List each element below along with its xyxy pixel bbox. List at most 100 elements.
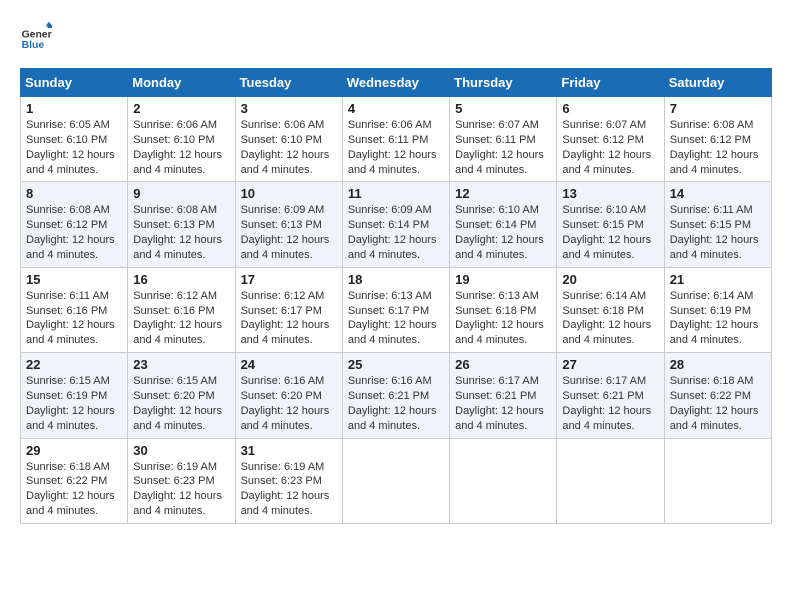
day-info: Sunrise: 6:08 AMSunset: 6:12 PMDaylight:… bbox=[26, 203, 122, 262]
day-info: Sunrise: 6:07 AMSunset: 6:11 PMDaylight:… bbox=[455, 118, 551, 177]
calendar-cell: 1 Sunrise: 6:05 AMSunset: 6:10 PMDayligh… bbox=[21, 97, 128, 182]
day-info: Sunrise: 6:17 AMSunset: 6:21 PMDaylight:… bbox=[562, 374, 658, 433]
calendar-cell: 10 Sunrise: 6:09 AMSunset: 6:13 PMDaylig… bbox=[235, 182, 342, 267]
day-info: Sunrise: 6:05 AMSunset: 6:10 PMDaylight:… bbox=[26, 118, 122, 177]
day-number: 12 bbox=[455, 186, 551, 201]
calendar-cell: 23 Sunrise: 6:15 AMSunset: 6:20 PMDaylig… bbox=[128, 353, 235, 438]
day-number: 16 bbox=[133, 272, 229, 287]
day-info: Sunrise: 6:07 AMSunset: 6:12 PMDaylight:… bbox=[562, 118, 658, 177]
calendar-cell bbox=[664, 438, 771, 523]
svg-text:Blue: Blue bbox=[22, 40, 45, 51]
calendar-cell: 27 Sunrise: 6:17 AMSunset: 6:21 PMDaylig… bbox=[557, 353, 664, 438]
day-info: Sunrise: 6:11 AMSunset: 6:16 PMDaylight:… bbox=[26, 289, 122, 348]
day-number: 11 bbox=[348, 186, 444, 201]
calendar-cell: 14 Sunrise: 6:11 AMSunset: 6:15 PMDaylig… bbox=[664, 182, 771, 267]
logo-icon: General Blue bbox=[20, 20, 52, 52]
day-number: 25 bbox=[348, 357, 444, 372]
day-number: 28 bbox=[670, 357, 766, 372]
day-info: Sunrise: 6:06 AMSunset: 6:10 PMDaylight:… bbox=[241, 118, 337, 177]
calendar-cell: 9 Sunrise: 6:08 AMSunset: 6:13 PMDayligh… bbox=[128, 182, 235, 267]
calendar-week-row: 15 Sunrise: 6:11 AMSunset: 6:16 PMDaylig… bbox=[21, 267, 772, 352]
day-info: Sunrise: 6:09 AMSunset: 6:13 PMDaylight:… bbox=[241, 203, 337, 262]
day-info: Sunrise: 6:10 AMSunset: 6:15 PMDaylight:… bbox=[562, 203, 658, 262]
calendar-week-row: 1 Sunrise: 6:05 AMSunset: 6:10 PMDayligh… bbox=[21, 97, 772, 182]
day-info: Sunrise: 6:10 AMSunset: 6:14 PMDaylight:… bbox=[455, 203, 551, 262]
page-header: General Blue bbox=[20, 20, 772, 52]
calendar-cell: 31 Sunrise: 6:19 AMSunset: 6:23 PMDaylig… bbox=[235, 438, 342, 523]
day-number: 21 bbox=[670, 272, 766, 287]
calendar-cell: 21 Sunrise: 6:14 AMSunset: 6:19 PMDaylig… bbox=[664, 267, 771, 352]
day-number: 27 bbox=[562, 357, 658, 372]
calendar-cell: 7 Sunrise: 6:08 AMSunset: 6:12 PMDayligh… bbox=[664, 97, 771, 182]
day-number: 17 bbox=[241, 272, 337, 287]
calendar-header-row: SundayMondayTuesdayWednesdayThursdayFrid… bbox=[21, 69, 772, 97]
day-number: 23 bbox=[133, 357, 229, 372]
weekday-header: Friday bbox=[557, 69, 664, 97]
calendar-table: SundayMondayTuesdayWednesdayThursdayFrid… bbox=[20, 68, 772, 524]
day-number: 22 bbox=[26, 357, 122, 372]
day-info: Sunrise: 6:08 AMSunset: 6:13 PMDaylight:… bbox=[133, 203, 229, 262]
calendar-cell: 5 Sunrise: 6:07 AMSunset: 6:11 PMDayligh… bbox=[450, 97, 557, 182]
calendar-cell: 4 Sunrise: 6:06 AMSunset: 6:11 PMDayligh… bbox=[342, 97, 449, 182]
calendar-cell: 11 Sunrise: 6:09 AMSunset: 6:14 PMDaylig… bbox=[342, 182, 449, 267]
day-number: 29 bbox=[26, 443, 122, 458]
day-info: Sunrise: 6:08 AMSunset: 6:12 PMDaylight:… bbox=[670, 118, 766, 177]
day-number: 3 bbox=[241, 101, 337, 116]
calendar-cell: 12 Sunrise: 6:10 AMSunset: 6:14 PMDaylig… bbox=[450, 182, 557, 267]
calendar-cell bbox=[342, 438, 449, 523]
calendar-cell bbox=[450, 438, 557, 523]
calendar-cell: 20 Sunrise: 6:14 AMSunset: 6:18 PMDaylig… bbox=[557, 267, 664, 352]
weekday-header: Saturday bbox=[664, 69, 771, 97]
weekday-header: Tuesday bbox=[235, 69, 342, 97]
day-info: Sunrise: 6:18 AMSunset: 6:22 PMDaylight:… bbox=[670, 374, 766, 433]
calendar-cell: 3 Sunrise: 6:06 AMSunset: 6:10 PMDayligh… bbox=[235, 97, 342, 182]
day-info: Sunrise: 6:06 AMSunset: 6:11 PMDaylight:… bbox=[348, 118, 444, 177]
calendar-cell: 24 Sunrise: 6:16 AMSunset: 6:20 PMDaylig… bbox=[235, 353, 342, 438]
calendar-week-row: 8 Sunrise: 6:08 AMSunset: 6:12 PMDayligh… bbox=[21, 182, 772, 267]
calendar-cell: 17 Sunrise: 6:12 AMSunset: 6:17 PMDaylig… bbox=[235, 267, 342, 352]
day-info: Sunrise: 6:09 AMSunset: 6:14 PMDaylight:… bbox=[348, 203, 444, 262]
calendar-cell bbox=[557, 438, 664, 523]
day-number: 19 bbox=[455, 272, 551, 287]
logo: General Blue bbox=[20, 20, 52, 52]
day-info: Sunrise: 6:16 AMSunset: 6:21 PMDaylight:… bbox=[348, 374, 444, 433]
day-number: 18 bbox=[348, 272, 444, 287]
calendar-cell: 8 Sunrise: 6:08 AMSunset: 6:12 PMDayligh… bbox=[21, 182, 128, 267]
weekday-header: Thursday bbox=[450, 69, 557, 97]
day-number: 7 bbox=[670, 101, 766, 116]
day-info: Sunrise: 6:17 AMSunset: 6:21 PMDaylight:… bbox=[455, 374, 551, 433]
day-info: Sunrise: 6:11 AMSunset: 6:15 PMDaylight:… bbox=[670, 203, 766, 262]
day-info: Sunrise: 6:15 AMSunset: 6:19 PMDaylight:… bbox=[26, 374, 122, 433]
calendar-cell: 13 Sunrise: 6:10 AMSunset: 6:15 PMDaylig… bbox=[557, 182, 664, 267]
day-info: Sunrise: 6:13 AMSunset: 6:18 PMDaylight:… bbox=[455, 289, 551, 348]
calendar-week-row: 29 Sunrise: 6:18 AMSunset: 6:22 PMDaylig… bbox=[21, 438, 772, 523]
calendar-week-row: 22 Sunrise: 6:15 AMSunset: 6:19 PMDaylig… bbox=[21, 353, 772, 438]
day-number: 31 bbox=[241, 443, 337, 458]
day-number: 4 bbox=[348, 101, 444, 116]
day-info: Sunrise: 6:19 AMSunset: 6:23 PMDaylight:… bbox=[241, 460, 337, 519]
weekday-header: Monday bbox=[128, 69, 235, 97]
day-number: 14 bbox=[670, 186, 766, 201]
calendar-cell: 15 Sunrise: 6:11 AMSunset: 6:16 PMDaylig… bbox=[21, 267, 128, 352]
day-info: Sunrise: 6:13 AMSunset: 6:17 PMDaylight:… bbox=[348, 289, 444, 348]
day-number: 10 bbox=[241, 186, 337, 201]
day-info: Sunrise: 6:14 AMSunset: 6:18 PMDaylight:… bbox=[562, 289, 658, 348]
calendar-cell: 16 Sunrise: 6:12 AMSunset: 6:16 PMDaylig… bbox=[128, 267, 235, 352]
day-number: 9 bbox=[133, 186, 229, 201]
day-number: 30 bbox=[133, 443, 229, 458]
day-number: 8 bbox=[26, 186, 122, 201]
weekday-header: Sunday bbox=[21, 69, 128, 97]
day-number: 5 bbox=[455, 101, 551, 116]
calendar-cell: 6 Sunrise: 6:07 AMSunset: 6:12 PMDayligh… bbox=[557, 97, 664, 182]
svg-text:General: General bbox=[22, 30, 52, 41]
calendar-cell: 22 Sunrise: 6:15 AMSunset: 6:19 PMDaylig… bbox=[21, 353, 128, 438]
calendar-cell: 18 Sunrise: 6:13 AMSunset: 6:17 PMDaylig… bbox=[342, 267, 449, 352]
day-info: Sunrise: 6:15 AMSunset: 6:20 PMDaylight:… bbox=[133, 374, 229, 433]
calendar-cell: 26 Sunrise: 6:17 AMSunset: 6:21 PMDaylig… bbox=[450, 353, 557, 438]
day-info: Sunrise: 6:12 AMSunset: 6:16 PMDaylight:… bbox=[133, 289, 229, 348]
day-number: 13 bbox=[562, 186, 658, 201]
calendar-cell: 19 Sunrise: 6:13 AMSunset: 6:18 PMDaylig… bbox=[450, 267, 557, 352]
day-info: Sunrise: 6:18 AMSunset: 6:22 PMDaylight:… bbox=[26, 460, 122, 519]
day-info: Sunrise: 6:06 AMSunset: 6:10 PMDaylight:… bbox=[133, 118, 229, 177]
day-info: Sunrise: 6:16 AMSunset: 6:20 PMDaylight:… bbox=[241, 374, 337, 433]
